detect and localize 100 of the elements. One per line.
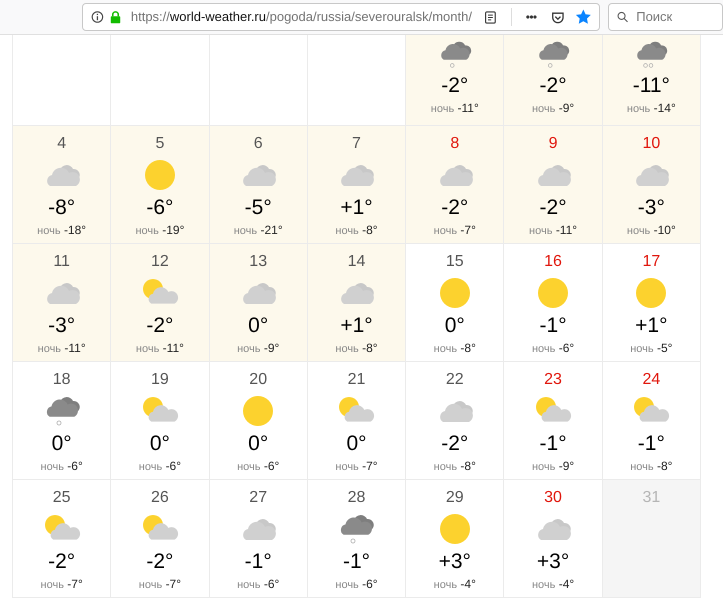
calendar-cell[interactable]: 12 -2° ночь -11° — [111, 244, 210, 362]
night-temperature: ночь -21° — [234, 222, 283, 239]
calendar-cell[interactable]: 4 -8° ночь -18° — [13, 126, 112, 244]
night-temperature: ночь -14° — [626, 100, 676, 117]
night-temperature: ночь -6° — [138, 458, 182, 475]
day-temperature: -2° — [48, 550, 76, 574]
calendar-cell[interactable]: 24 -1° ночь -8° — [602, 362, 701, 480]
day-temperature: -2° — [540, 196, 567, 220]
calendar-cell[interactable]: 9 -2° ночь -11° — [504, 126, 603, 244]
search-input[interactable]: Поиск — [636, 7, 714, 27]
calendar-cell[interactable]: 17 +1° ночь -5° — [602, 244, 701, 362]
calendar-cell[interactable]: 29 +3° ночь -4° — [406, 480, 504, 598]
night-temperature: ночь -8° — [630, 458, 672, 475]
calendar-cell[interactable]: 28 -1° ночь -6° — [308, 480, 406, 598]
day-number: 12 — [151, 252, 169, 272]
day-number: 17 — [642, 252, 660, 272]
pocket-icon[interactable] — [550, 10, 564, 24]
night-temperature: ночь -19° — [135, 222, 184, 239]
calendar-cell[interactable]: 16 -1° ночь -6° — [504, 244, 603, 362]
night-temperature: ночь -6° — [335, 576, 378, 593]
night-temperature: ночь -8° — [434, 458, 476, 475]
calendar-cell[interactable]: 20 0° ночь -6° — [210, 362, 308, 480]
night-temperature: ночь -7° — [40, 576, 83, 593]
day-number: 15 — [446, 252, 464, 272]
day-temperature: +3° — [536, 550, 570, 574]
address-bar[interactable]: https://world-weather.ru/pogoda/russia/severouralsk/month/ ••• — [82, 3, 600, 31]
calendar-cell[interactable]: 11 -3° ночь -11° — [13, 244, 112, 362]
day-number: 11 — [53, 252, 70, 272]
night-temperature: ночь -9° — [237, 340, 280, 357]
calendar-cell[interactable]: 5 -6° ночь -19° — [111, 126, 210, 244]
day-temperature: -2° — [540, 74, 567, 98]
calendar-cell[interactable]: 15 0° ночь -8° — [406, 244, 504, 362]
day-number: 19 — [151, 370, 169, 390]
night-temperature: ночь -7° — [138, 576, 182, 593]
night-temperature: ночь -5° — [630, 340, 672, 357]
night-temperature: ночь -9° — [532, 100, 574, 117]
star-icon[interactable] — [576, 9, 591, 25]
day-number: 13 — [249, 252, 268, 272]
day-temperature: -1° — [540, 314, 567, 338]
day-number: 30 — [544, 488, 562, 508]
day-temperature: -1° — [540, 432, 567, 456]
night-temperature: ночь -8° — [335, 222, 378, 239]
calendar-cell[interactable]: 19 0° ночь -6° — [111, 362, 210, 480]
more-button[interactable]: ••• — [526, 8, 537, 26]
night-temperature: ночь -9° — [532, 458, 574, 475]
day-temperature: -3° — [638, 196, 665, 220]
day-number: 18 — [52, 370, 71, 390]
calendar-cell[interactable]: 22 -2° ночь -8° — [406, 362, 504, 480]
night-temperature: ночь -11° — [430, 100, 479, 117]
night-temperature: ночь -11° — [136, 340, 184, 357]
calendar-cell[interactable]: -2° ночь -9° — [504, 35, 603, 126]
day-temperature: -5° — [244, 196, 272, 220]
day-temperature: +1° — [340, 196, 373, 220]
calendar-cell[interactable]: 14 +1° ночь -8° — [308, 244, 406, 362]
calendar-cell[interactable]: 7 +1° ночь -8° — [308, 126, 406, 244]
day-temperature: 0° — [444, 314, 465, 338]
day-number: 23 — [544, 370, 562, 390]
calendar-cell[interactable]: 13 0° ночь -9° — [210, 244, 308, 362]
day-temperature: -1° — [342, 550, 370, 574]
calendar-cell[interactable]: 25 -2° ночь -7° — [13, 480, 112, 598]
url-text[interactable]: https://world-weather.ru/pogoda/russia/severouralsk/month/ — [130, 7, 472, 27]
search-icon — [617, 10, 628, 24]
calendar-cell[interactable]: 21 0° ночь -7° — [308, 362, 406, 480]
lock-icon — [110, 10, 121, 24]
day-number: 14 — [348, 252, 366, 272]
night-temperature: ночь -6° — [237, 576, 280, 593]
day-temperature: -2° — [146, 550, 174, 574]
reader-view-icon[interactable] — [484, 10, 497, 24]
info-icon[interactable] — [91, 10, 104, 24]
day-temperature: -1° — [244, 550, 272, 574]
night-temperature: ночь -11° — [529, 222, 578, 239]
night-temperature: ночь -10° — [626, 222, 676, 239]
calendar-cell[interactable]: -11° ночь -14° — [602, 35, 701, 126]
day-temperature: -8° — [48, 196, 76, 220]
calendar-cell[interactable]: 6 -5° ночь -21° — [210, 126, 308, 244]
calendar-cell[interactable]: 26 -2° ночь -7° — [111, 480, 210, 598]
day-number: 25 — [52, 488, 71, 508]
night-temperature: ночь -6° — [532, 340, 574, 357]
calendar-cell[interactable]: 18 0° ночь -6° — [13, 362, 112, 480]
calendar-cell[interactable]: 27 -1° ночь -6° — [210, 480, 308, 598]
calendar-cell[interactable]: -2° ночь -11° — [406, 35, 504, 126]
day-temperature: 0° — [150, 432, 170, 456]
day-number: 24 — [642, 370, 660, 390]
calendar-cell[interactable]: 8 -2° ночь -7° — [406, 126, 504, 244]
night-temperature: ночь -6° — [237, 458, 280, 475]
day-number: 9 — [548, 134, 558, 154]
calendar-cell[interactable]: 30 +3° ночь -4° — [504, 480, 603, 598]
day-temperature: +1° — [340, 314, 373, 338]
calendar-cell[interactable]: 23 -1° ночь -9° — [504, 362, 603, 480]
day-temperature: -2° — [441, 196, 468, 220]
day-number: 4 — [57, 134, 66, 154]
day-temperature: -11° — [632, 74, 670, 98]
day-number: 21 — [348, 370, 366, 390]
day-temperature: -2° — [441, 74, 468, 98]
day-number: 31 — [642, 488, 660, 508]
night-temperature: ночь -7° — [335, 458, 378, 475]
night-temperature: ночь -4° — [532, 576, 574, 593]
day-temperature: 0° — [52, 432, 72, 456]
calendar-cell[interactable]: 10 -3° ночь -10° — [602, 126, 701, 244]
search-field[interactable]: Поиск — [608, 3, 723, 31]
